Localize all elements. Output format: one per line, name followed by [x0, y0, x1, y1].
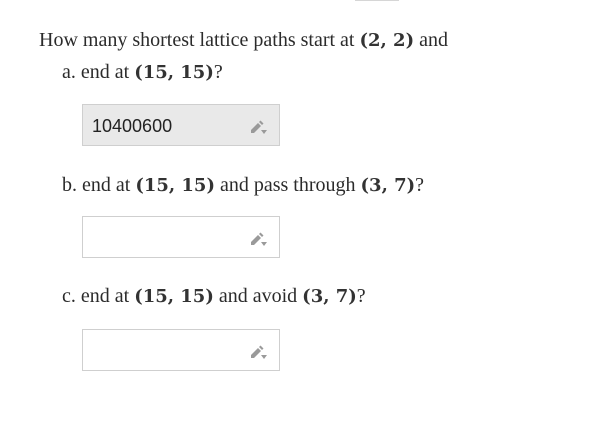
- part-a-prefix: a. end at: [62, 61, 130, 83]
- pencil-dropdown-icon[interactable]: [249, 344, 267, 360]
- pencil-dropdown-icon[interactable]: [249, 119, 267, 135]
- part-c-prefix: c. end at: [62, 285, 130, 307]
- question-stem: How many shortest lattice paths start at…: [39, 28, 448, 53]
- answer-value-a: 10400600: [92, 116, 173, 136]
- answer-field-b[interactable]: [82, 216, 280, 258]
- part-a-suffix: ?: [213, 61, 223, 83]
- answer-field-c[interactable]: [82, 329, 280, 371]
- part-a-prompt: a. end at (15, 15)?: [62, 60, 223, 85]
- part-b-point: (15, 15): [135, 175, 215, 196]
- answer-field-a[interactable]: 10400600: [82, 104, 280, 146]
- part-b-suffix: ?: [415, 174, 425, 196]
- part-b-point2: (3, 7): [360, 175, 416, 196]
- part-c-point2: (3, 7): [302, 286, 357, 307]
- top-divider: [355, 0, 399, 1]
- part-b-middle: and pass through: [219, 174, 356, 196]
- part-c-suffix: ?: [356, 285, 366, 307]
- stem-text: How many shortest lattice paths start at: [39, 29, 355, 51]
- part-c-prompt: c. end at (15, 15) and avoid (3, 7)?: [62, 284, 366, 309]
- stem-point: (2, 2): [359, 30, 415, 51]
- part-b-prefix: b. end at: [62, 174, 131, 196]
- part-b-prompt: b. end at (15, 15) and pass through (3, …: [62, 173, 424, 198]
- part-c-middle: and avoid: [218, 285, 298, 307]
- part-a-point: (15, 15): [134, 62, 214, 83]
- stem-tail: and: [419, 29, 448, 51]
- pencil-dropdown-icon[interactable]: [249, 231, 267, 247]
- part-c-point: (15, 15): [134, 286, 214, 307]
